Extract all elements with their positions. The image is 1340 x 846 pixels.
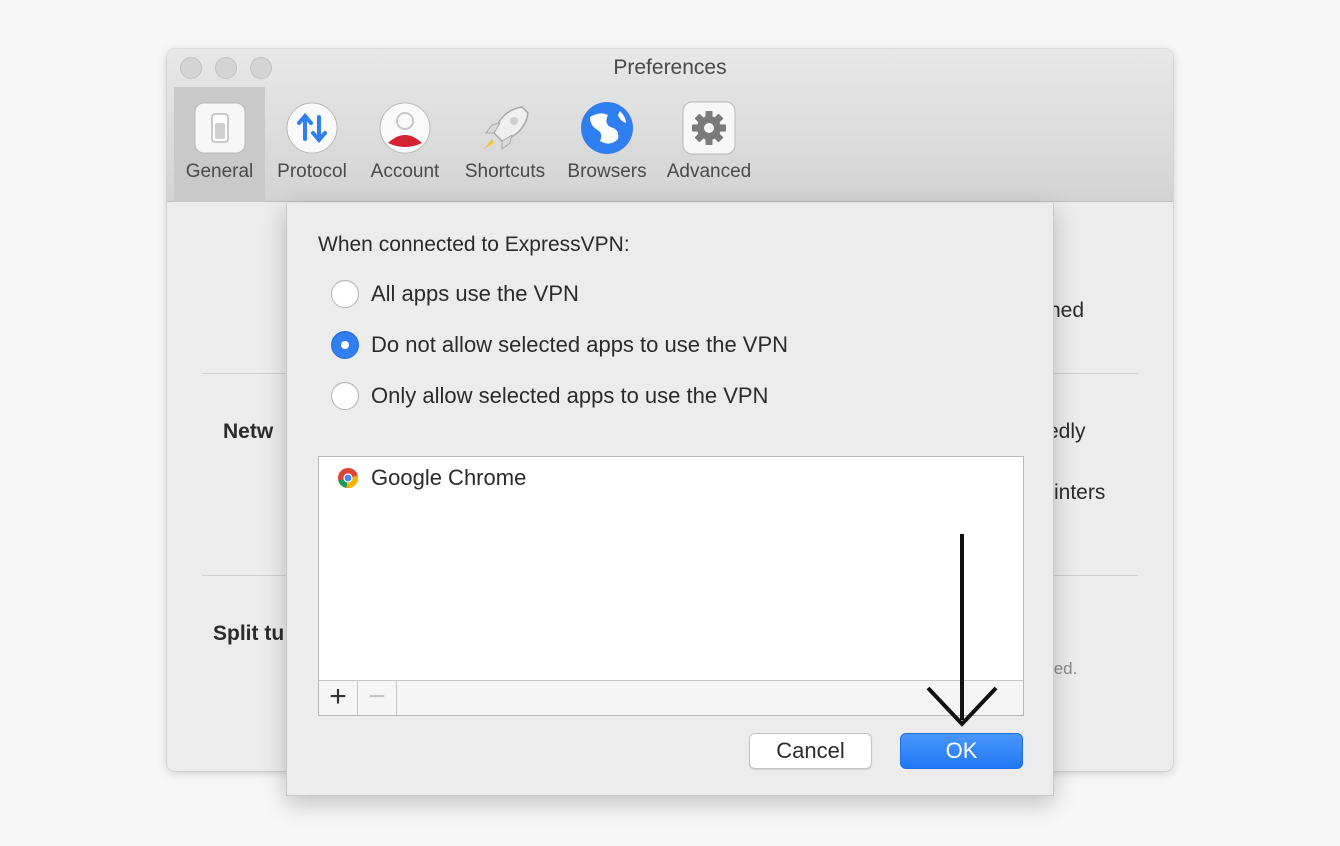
arrows-updown-icon [286, 102, 338, 154]
background-text: hed [1049, 299, 1085, 322]
rocket-icon [484, 106, 529, 150]
network-section-label: Netw [223, 420, 274, 443]
radio-button[interactable] [331, 280, 359, 308]
chrome-icon [338, 467, 359, 489]
tab-shortcuts[interactable]: Shortcuts [455, 87, 555, 202]
switch-icon [194, 102, 245, 154]
cancel-button[interactable]: Cancel [749, 733, 872, 769]
tab-label: Shortcuts [464, 161, 546, 182]
tab-label: Advanced [666, 161, 752, 182]
radio-label: Only allow selected apps to use the VPN [371, 383, 769, 408]
radio-label: All apps use the VPN [371, 281, 579, 306]
tab-protocol[interactable]: Protocol [267, 87, 357, 202]
arrow-down-icon [926, 534, 998, 727]
list-toolbar: + − [319, 680, 1023, 715]
add-app-button[interactable]: + [319, 681, 358, 715]
titlebar-toolbar: Preferences General Protocol Account Sho… [167, 49, 1173, 202]
sheet-heading: When connected to ExpressVPN: [318, 233, 630, 256]
gear-icon [682, 101, 736, 155]
tab-browsers[interactable]: Browsers [559, 87, 655, 202]
tab-label: General [185, 161, 254, 182]
app-list[interactable]: Google Chrome + − [318, 456, 1024, 716]
tab-general[interactable]: General [174, 87, 265, 202]
tab-label: Account [370, 161, 440, 182]
app-name: Google Chrome [371, 465, 527, 490]
globe-icon [581, 102, 633, 154]
split-tunneling-label: Split tu [213, 622, 285, 645]
tab-advanced[interactable]: Advanced [661, 87, 757, 202]
tab-label: Protocol [277, 161, 347, 182]
user-icon [379, 102, 431, 154]
tab-label: Browsers [567, 161, 647, 182]
remove-app-button[interactable]: − [358, 681, 397, 715]
ok-button[interactable]: OK [900, 733, 1023, 769]
window-title: Preferences [613, 56, 727, 79]
radio-button[interactable] [331, 382, 359, 410]
radio-button-checked[interactable] [331, 331, 359, 359]
background-text: rinters [1047, 481, 1106, 504]
tab-account[interactable]: Account [359, 87, 451, 202]
radio-label: Do not allow selected apps to use the VP… [371, 332, 789, 357]
